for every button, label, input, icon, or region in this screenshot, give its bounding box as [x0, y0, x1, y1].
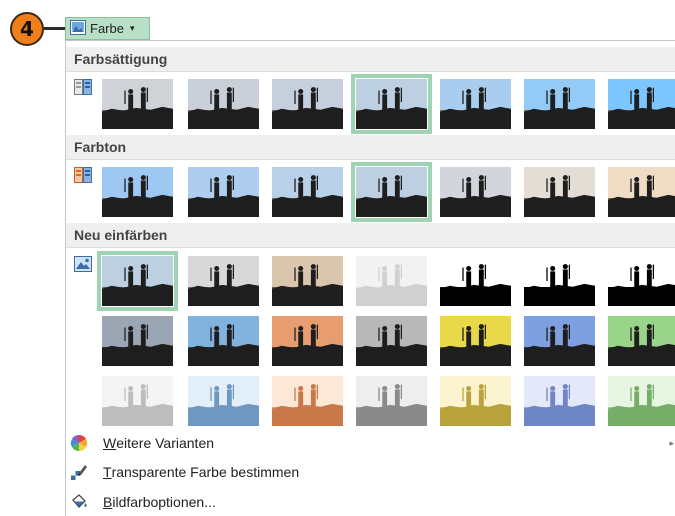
recolor-swatch[interactable] [439, 375, 512, 427]
hue-swatch[interactable] [101, 166, 174, 218]
soldiers-silhouette [102, 324, 173, 366]
soldiers-silhouette [188, 175, 259, 217]
soldiers-silhouette [272, 324, 343, 366]
soldiers-silhouette [272, 87, 343, 129]
recolor-swatch[interactable] [355, 375, 428, 427]
color-button-label: Farbe [90, 21, 124, 36]
recolor-swatch[interactable] [355, 315, 428, 367]
recolor-swatch[interactable] [355, 255, 428, 307]
paint-bucket-icon [68, 492, 90, 512]
saturation-swatch[interactable] [439, 78, 512, 130]
soldiers-silhouette [524, 324, 595, 366]
hue-swatch[interactable] [351, 162, 432, 222]
soldiers-silhouette [608, 87, 675, 129]
soldiers-silhouette [188, 324, 259, 366]
soldiers-silhouette [524, 384, 595, 426]
soldiers-silhouette [440, 87, 511, 129]
soldiers-silhouette [440, 264, 511, 306]
soldiers-silhouette [608, 384, 675, 426]
hue-section-header: Farbton [66, 135, 675, 160]
chevron-down-icon: ▾ [129, 23, 135, 33]
set-transparent-color-menu-item[interactable]: Transparente Farbe bestimmen [66, 459, 675, 485]
transparent-color-pen-icon [68, 462, 90, 482]
hue-icon [74, 167, 92, 183]
recolor-swatch[interactable] [607, 375, 675, 427]
recolor-swatch[interactable] [523, 255, 596, 307]
color-wheel-icon [68, 433, 90, 453]
soldiers-silhouette [102, 264, 173, 306]
recolor-swatch[interactable] [97, 251, 178, 311]
soldiers-silhouette [272, 384, 343, 426]
color-picture-icon [70, 19, 86, 38]
recolor-swatch[interactable] [187, 255, 260, 307]
recolor-swatch[interactable] [439, 255, 512, 307]
soldiers-silhouette [356, 264, 427, 306]
color-ribbon-button[interactable]: Farbe ▾ [65, 17, 150, 40]
soldiers-silhouette [356, 175, 427, 217]
saturation-swatch[interactable] [271, 78, 344, 130]
recolor-swatch[interactable] [607, 255, 675, 307]
saturation-swatch[interactable] [101, 78, 174, 130]
soldiers-silhouette [356, 324, 427, 366]
soldiers-silhouette [440, 324, 511, 366]
recolor-swatch[interactable] [101, 375, 174, 427]
soldiers-silhouette [440, 175, 511, 217]
soldiers-silhouette [272, 175, 343, 217]
hue-swatch[interactable] [523, 166, 596, 218]
hue-swatch[interactable] [439, 166, 512, 218]
soldiers-silhouette [524, 264, 595, 306]
soldiers-silhouette [356, 384, 427, 426]
recolor-swatch[interactable] [187, 315, 260, 367]
recolor-swatch[interactable] [271, 315, 344, 367]
saturation-swatch[interactable] [607, 78, 675, 130]
soldiers-silhouette [102, 175, 173, 217]
saturation-icon [74, 79, 92, 95]
recolor-section-header: Neu einfärben [66, 223, 675, 248]
saturation-swatch[interactable] [351, 74, 432, 134]
saturation-swatch[interactable] [523, 78, 596, 130]
recolor-swatch[interactable] [101, 315, 174, 367]
transparent-color-accel: T [103, 464, 112, 480]
hue-swatch[interactable] [187, 166, 260, 218]
recolor-icon [74, 256, 92, 272]
saturation-section-header: Farbsättigung [66, 47, 675, 72]
soldiers-silhouette [102, 384, 173, 426]
saturation-swatch[interactable] [187, 78, 260, 130]
picture-color-options-menu-item[interactable]: Bildfarboptionen... [66, 489, 675, 515]
hue-swatch[interactable] [271, 166, 344, 218]
soldiers-silhouette [608, 324, 675, 366]
soldiers-silhouette [102, 87, 173, 129]
soldiers-silhouette [356, 87, 427, 129]
recolor-swatch[interactable] [523, 315, 596, 367]
soldiers-silhouette [188, 384, 259, 426]
recolor-swatch[interactable] [523, 375, 596, 427]
more-variants-label: eitere Varianten [116, 435, 215, 451]
recolor-swatch[interactable] [607, 315, 675, 367]
picture-options-label: ildfarboptionen... [112, 494, 216, 510]
soldiers-silhouette [524, 175, 595, 217]
more-variants-accel: W [103, 435, 117, 451]
recolor-swatch[interactable] [187, 375, 260, 427]
soldiers-silhouette [188, 264, 259, 306]
color-dropdown-panel: Farbsättigung Farbton Neu einfärben W ei… [65, 40, 675, 516]
soldiers-silhouette [272, 264, 343, 306]
hue-swatch[interactable] [607, 166, 675, 218]
soldiers-silhouette [608, 175, 675, 217]
picture-options-accel: B [103, 494, 113, 510]
submenu-arrow-icon: ▸ [669, 437, 674, 448]
step-number-badge: 4 [10, 12, 44, 46]
soldiers-silhouette [524, 87, 595, 129]
soldiers-silhouette [608, 264, 675, 306]
recolor-swatch[interactable] [271, 255, 344, 307]
recolor-swatch[interactable] [271, 375, 344, 427]
soldiers-silhouette [188, 87, 259, 129]
callout-leader-line [44, 27, 66, 30]
recolor-swatch[interactable] [439, 315, 512, 367]
soldiers-silhouette [440, 384, 511, 426]
transparent-color-label: ransparente Farbe bestimmen [111, 464, 300, 480]
more-variants-menu-item[interactable]: Weitere Varianten ▸ [66, 430, 675, 456]
